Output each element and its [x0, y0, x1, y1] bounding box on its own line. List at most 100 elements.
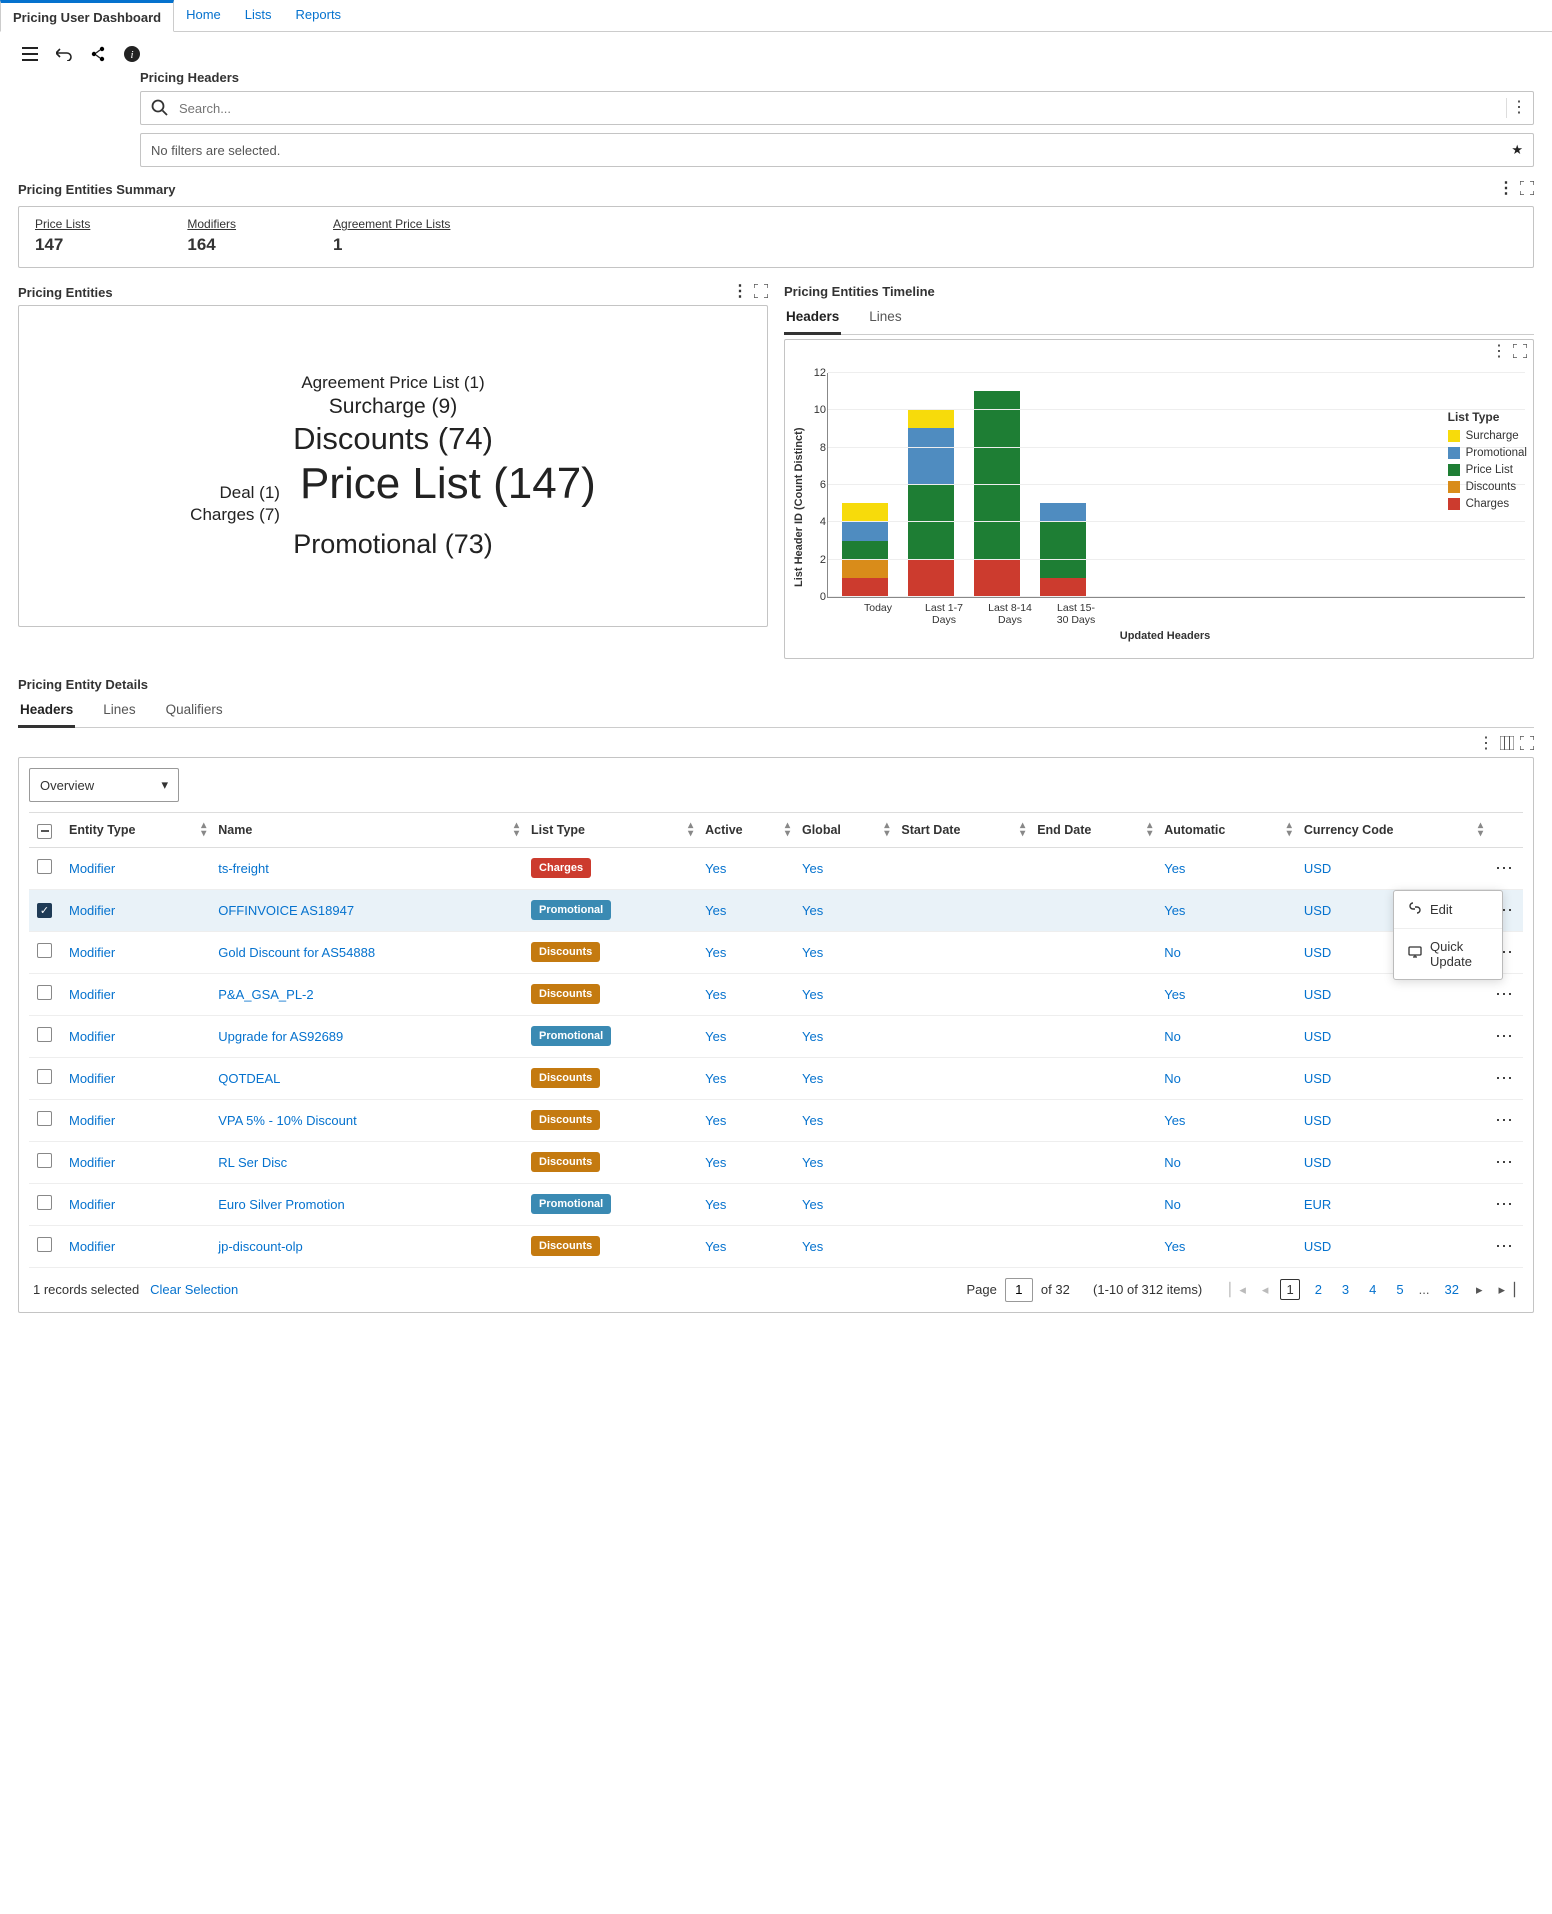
cell-auto[interactable]: Yes [1164, 903, 1185, 918]
clear-selection[interactable]: Clear Selection [150, 1282, 238, 1297]
wc-pricelist[interactable]: Price List (147) [300, 459, 596, 509]
cell-ccy[interactable]: USD [1304, 945, 1331, 960]
timeline-tab-headers[interactable]: Headers [784, 303, 841, 335]
cell-auto[interactable]: No [1164, 1155, 1181, 1170]
cell-entity[interactable]: Modifier [69, 1197, 115, 1212]
cell-active[interactable]: Yes [705, 1071, 726, 1086]
row-checkbox[interactable] [37, 943, 52, 958]
bar-last-15-30-days[interactable] [1040, 503, 1086, 597]
cell-auto[interactable]: No [1164, 1029, 1181, 1044]
prev-page-icon[interactable]: ◂ [1258, 1282, 1273, 1298]
cell-ccy[interactable]: USD [1304, 903, 1331, 918]
details-tab-qualifiers[interactable]: Qualifiers [164, 696, 225, 727]
timeline-options-icon[interactable]: ⋮ [1491, 344, 1507, 361]
page-3[interactable]: 3 [1337, 1280, 1354, 1299]
row-checkbox[interactable] [37, 1153, 52, 1168]
cell-active[interactable]: Yes [705, 945, 726, 960]
search-options-icon[interactable]: ⋮ [1511, 100, 1527, 116]
wc-deal[interactable]: Deal (1) [219, 483, 279, 503]
cell-auto[interactable]: Yes [1164, 1239, 1185, 1254]
cell-active[interactable]: Yes [705, 903, 726, 918]
cell-ccy[interactable]: USD [1304, 861, 1331, 876]
row-actions-icon[interactable]: ⋯ [1495, 858, 1515, 878]
wc-charges[interactable]: Charges (7) [190, 505, 280, 525]
col-end-date[interactable]: End Date▴▾ [1029, 813, 1156, 848]
expand-icon[interactable] [1513, 344, 1527, 361]
legend-item[interactable]: Surcharge [1448, 430, 1527, 442]
cell-active[interactable]: Yes [705, 987, 726, 1002]
cell-auto[interactable]: Yes [1164, 861, 1185, 876]
cell-name[interactable]: Gold Discount for AS54888 [218, 945, 375, 960]
page-32[interactable]: 32 [1439, 1280, 1463, 1299]
cell-entity[interactable]: Modifier [69, 903, 115, 918]
wc-surcharge[interactable]: Surcharge (9) [329, 395, 457, 419]
cell-global[interactable]: Yes [802, 1071, 823, 1086]
search-input[interactable] [173, 101, 1502, 116]
cell-ccy[interactable]: EUR [1304, 1197, 1331, 1212]
cell-ccy[interactable]: USD [1304, 1239, 1331, 1254]
grid-options-icon[interactable]: ⋮ [1478, 736, 1494, 753]
cell-entity[interactable]: Modifier [69, 861, 115, 876]
cell-name[interactable]: OFFINVOICE AS18947 [218, 903, 354, 918]
summary-agreements[interactable]: Agreement Price Lists 1 [316, 207, 470, 267]
row-actions-icon[interactable]: ⋯ [1495, 1110, 1515, 1130]
page-input[interactable] [1005, 1278, 1033, 1302]
col-start-date[interactable]: Start Date▴▾ [893, 813, 1029, 848]
cell-entity[interactable]: Modifier [69, 1113, 115, 1128]
page-5[interactable]: 5 [1391, 1280, 1408, 1299]
row-checkbox[interactable] [37, 1027, 52, 1042]
cell-entity[interactable]: Modifier [69, 945, 115, 960]
cell-entity[interactable]: Modifier [69, 987, 115, 1002]
expand-icon[interactable] [1520, 736, 1534, 753]
cell-ccy[interactable]: USD [1304, 1071, 1331, 1086]
cell-ccy[interactable]: USD [1304, 1113, 1331, 1128]
timeline-tab-lines[interactable]: Lines [867, 303, 903, 334]
row-actions-icon[interactable]: ⋯ [1495, 1068, 1515, 1088]
row-checkbox[interactable] [37, 859, 52, 874]
entities-options-icon[interactable]: ⋮ [732, 284, 748, 301]
cell-active[interactable]: Yes [705, 1197, 726, 1212]
row-actions-icon[interactable]: ⋯ [1495, 1194, 1515, 1214]
select-all-checkbox[interactable] [37, 824, 52, 839]
cell-entity[interactable]: Modifier [69, 1071, 115, 1086]
cell-global[interactable]: Yes [802, 1155, 823, 1170]
col-active[interactable]: Active▴▾ [697, 813, 794, 848]
cell-active[interactable]: Yes [705, 1113, 726, 1128]
next-page-icon[interactable]: ▸ [1472, 1282, 1487, 1298]
wc-agreement[interactable]: Agreement Price List (1) [301, 373, 484, 393]
cell-active[interactable]: Yes [705, 1155, 726, 1170]
legend-item[interactable]: Price List [1448, 464, 1527, 476]
expand-icon[interactable] [754, 284, 768, 301]
details-tab-headers[interactable]: Headers [18, 696, 75, 728]
row-actions-icon[interactable]: ⋯ [1495, 984, 1515, 1004]
cell-global[interactable]: Yes [802, 861, 823, 876]
page-4[interactable]: 4 [1364, 1280, 1381, 1299]
expand-icon[interactable] [1520, 181, 1534, 198]
cell-ccy[interactable]: USD [1304, 1155, 1331, 1170]
view-select[interactable]: Overview ▾ [29, 768, 179, 802]
ctx-quick-update[interactable]: Quick Update [1394, 928, 1502, 979]
cell-active[interactable]: Yes [705, 861, 726, 876]
page-2[interactable]: 2 [1310, 1280, 1327, 1299]
cell-name[interactable]: Euro Silver Promotion [218, 1197, 344, 1212]
cell-auto[interactable]: No [1164, 1071, 1181, 1086]
info-icon[interactable]: i [122, 44, 142, 64]
summary-modifiers[interactable]: Modifiers 164 [170, 207, 256, 267]
col-global[interactable]: Global▴▾ [794, 813, 893, 848]
cell-name[interactable]: VPA 5% - 10% Discount [218, 1113, 357, 1128]
tab-dashboard[interactable]: Pricing User Dashboard [0, 0, 174, 32]
tab-home[interactable]: Home [174, 0, 233, 31]
cell-global[interactable]: Yes [802, 945, 823, 960]
legend-item[interactable]: Discounts [1448, 481, 1527, 493]
summary-pricelists[interactable]: Price Lists 147 [19, 207, 110, 267]
wc-promotional[interactable]: Promotional (73) [293, 529, 493, 560]
bar-today[interactable] [842, 503, 888, 597]
cell-auto[interactable]: No [1164, 1197, 1181, 1212]
row-checkbox[interactable] [37, 1069, 52, 1084]
row-checkbox[interactable] [37, 1111, 52, 1126]
legend-item[interactable]: Charges [1448, 498, 1527, 510]
cell-name[interactable]: QOTDEAL [218, 1071, 280, 1086]
summary-options-icon[interactable]: ⋮ [1498, 181, 1514, 198]
bar-last-1-7-days[interactable] [908, 410, 954, 598]
cell-auto[interactable]: Yes [1164, 987, 1185, 1002]
